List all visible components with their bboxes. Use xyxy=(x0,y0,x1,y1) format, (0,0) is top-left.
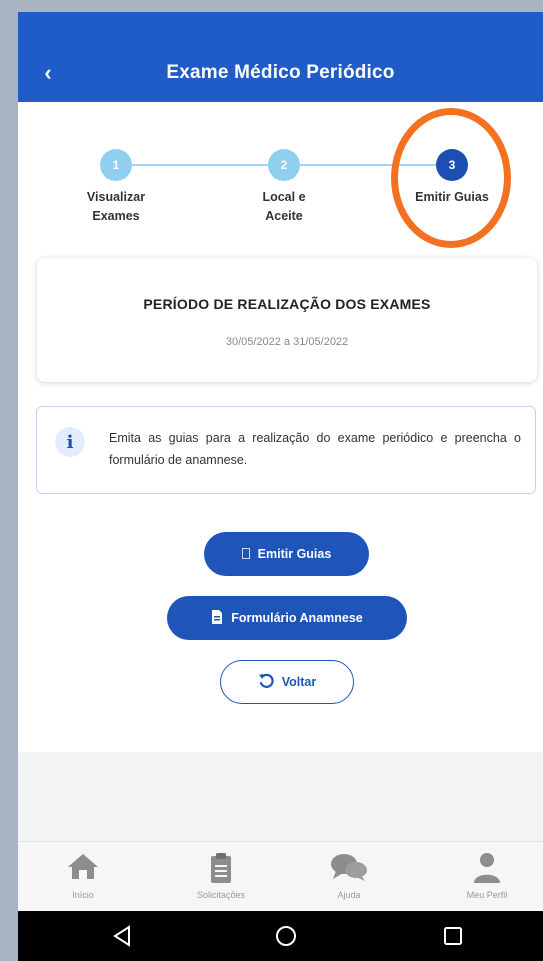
undo-icon xyxy=(258,673,274,691)
period-card: PERÍODO DE REALIZAÇÃO DOS EXAMES 30/05/2… xyxy=(37,258,537,382)
clipboard-icon xyxy=(209,852,233,889)
tab-label: Ajuda xyxy=(337,890,361,900)
page-title: Exame Médico Periódico xyxy=(166,62,395,83)
info-box: i Emita as guias para a realização do ex… xyxy=(36,406,536,494)
back-triangle-icon[interactable] xyxy=(111,924,133,953)
step-label-line2: Aceite xyxy=(265,209,303,223)
step-label-line1: Local e xyxy=(262,190,306,204)
period-title: PERÍODO DE REALIZAÇÃO DOS EXAMES xyxy=(143,296,431,312)
home-icon xyxy=(66,852,100,885)
tab-meu-perfil[interactable]: Meu Perfil xyxy=(432,842,542,912)
document-icon xyxy=(241,547,250,561)
voltar-label: Voltar xyxy=(281,675,317,689)
formulario-anamnese-button[interactable]: Formulário Anamnese xyxy=(167,596,407,640)
bottom-tab-bar: Início Solicitações Ajuda Meu Perfil xyxy=(18,841,543,912)
tab-inicio[interactable]: Início xyxy=(28,842,138,912)
step-label: Local e Aceite xyxy=(214,188,354,226)
emitir-guias-button[interactable]: Emitir Guias xyxy=(204,532,369,576)
emitir-guias-label: Emitir Guias xyxy=(257,547,332,561)
voltar-button[interactable]: Voltar xyxy=(220,660,354,704)
step-local-aceite[interactable]: 2 Local e Aceite xyxy=(214,142,354,226)
tab-label: Solicitações xyxy=(196,890,246,900)
home-circle-icon[interactable] xyxy=(274,924,298,953)
annotation-circle xyxy=(391,108,511,248)
tab-label: Início xyxy=(72,890,94,900)
android-nav-bar xyxy=(18,911,543,961)
tab-solicitacoes[interactable]: Solicitações xyxy=(166,842,276,912)
period-dates: 30/05/2022 a 31/05/2022 xyxy=(225,336,349,348)
formulario-anamnese-label: Formulário Anamnese xyxy=(231,611,363,625)
app-screen: ‹ Exame Médico Periódico 1 Visualizar Ex… xyxy=(18,12,543,961)
step-number-badge: 1 xyxy=(100,149,132,181)
info-icon: i xyxy=(55,427,85,457)
step-label: Visualizar Exames xyxy=(46,188,186,226)
step-number-badge: 2 xyxy=(268,149,300,181)
step-label-line2: Exames xyxy=(92,209,140,223)
tab-label: Meu Perfil xyxy=(466,890,508,900)
form-icon xyxy=(211,610,223,626)
info-text: Emita as guias para a realização do exam… xyxy=(109,431,521,467)
step-label-line1: Visualizar xyxy=(86,190,146,204)
tab-ajuda[interactable]: Ajuda xyxy=(294,842,404,912)
user-icon xyxy=(473,852,501,889)
chat-icon xyxy=(330,852,368,887)
app-header: ‹ Exame Médico Periódico xyxy=(18,12,543,102)
content-footer-area xyxy=(18,752,543,841)
recents-square-icon[interactable] xyxy=(442,924,464,953)
step-visualizar-exames[interactable]: 1 Visualizar Exames xyxy=(46,142,186,226)
